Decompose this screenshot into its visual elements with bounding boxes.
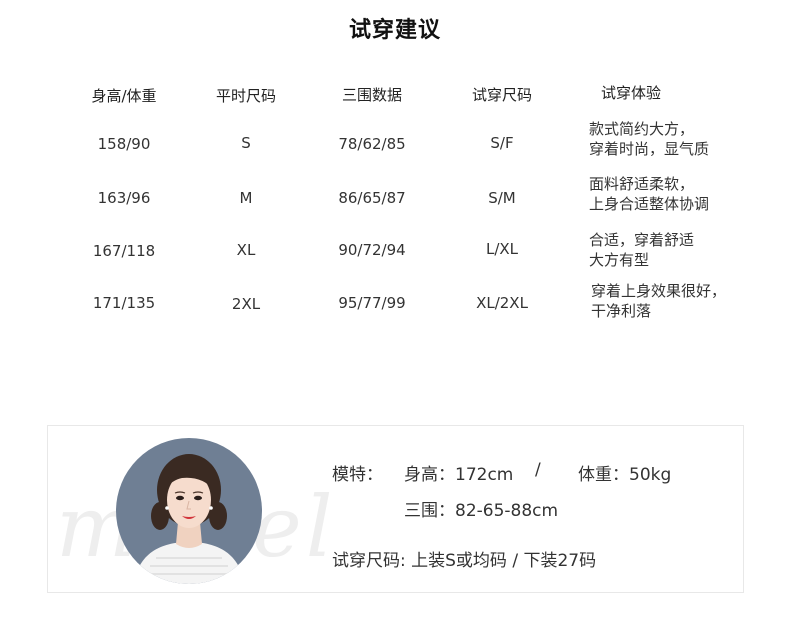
- info-separator: /: [535, 460, 541, 480]
- table-cell-experience: 面料舒适柔软， 上身合适整体协调: [589, 175, 710, 213]
- header-fit-size: 试穿尺码: [471, 86, 533, 104]
- table-cell: S/F: [490, 134, 514, 152]
- table-cell: XL/2XL: [476, 294, 528, 312]
- table-cell-experience: 款式简约大方， 穿着时尚，显气质: [589, 120, 710, 158]
- model-height: 身高：172cm: [404, 465, 514, 485]
- table-cell: 158/90: [97, 135, 151, 153]
- model-label: 模特：: [332, 465, 383, 485]
- model-fit-size: 试穿尺码: 上装S或均码 / 下装27码: [332, 551, 597, 571]
- table-cell: L/XL: [485, 240, 519, 258]
- table-cell: M: [239, 189, 253, 207]
- table-cell-experience: 合适，穿着舒适 大方有型: [589, 231, 695, 269]
- model-info-card: model: [47, 425, 744, 593]
- avatar: [116, 438, 262, 584]
- model-portrait-icon: [116, 438, 262, 584]
- table-cell: 167/118: [92, 242, 156, 260]
- page-title: 试穿建议: [348, 18, 441, 43]
- table-cell: 2XL: [231, 295, 261, 313]
- table-cell: 86/65/87: [338, 189, 406, 207]
- header-height-weight: 身高/体重: [91, 87, 157, 105]
- model-weight: 体重：50kg: [578, 465, 672, 485]
- table-cell: 95/77/99: [338, 294, 406, 312]
- model-measurements: 三围：82-65-88cm: [404, 501, 559, 521]
- table-cell: XL: [236, 241, 256, 259]
- header-experience: 试穿体验: [600, 84, 662, 102]
- header-measurements: 三围数据: [341, 86, 403, 104]
- table-cell: 90/72/94: [338, 241, 406, 259]
- table-cell-experience: 穿着上身效果很好， 干净利落: [591, 282, 727, 320]
- table-cell: S: [241, 134, 251, 152]
- table-cell: 163/96: [97, 189, 151, 207]
- table-cell: 78/62/85: [338, 135, 406, 153]
- header-usual-size: 平时尺码: [215, 87, 277, 105]
- table-cell: 171/135: [92, 294, 156, 312]
- table-cell: S/M: [488, 189, 516, 207]
